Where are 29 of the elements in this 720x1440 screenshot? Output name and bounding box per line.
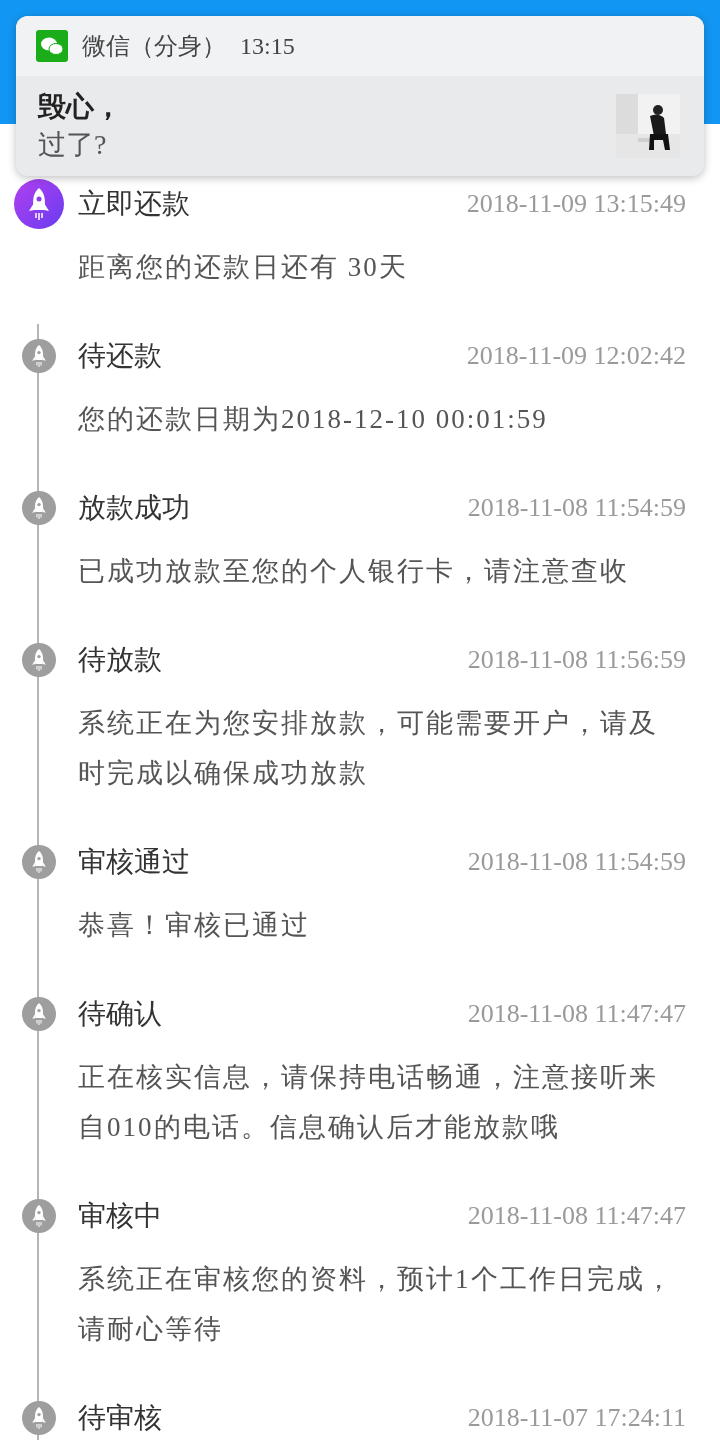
status-time: 2018-11-09 12:02:42 <box>466 341 686 371</box>
notification-message: 过了? <box>38 128 108 162</box>
status-time: 2018-11-08 11:56:59 <box>467 645 686 675</box>
status-time: 2018-11-08 11:54:59 <box>467 493 686 523</box>
status-description: 正在核实信息，请保持电话畅通，注意接听来自010的电话。信息确认后才能放款哦 <box>78 1061 659 1144</box>
status-title: 审核通过 <box>78 845 190 879</box>
notification-time: 13:15 <box>240 32 295 60</box>
status-description: 系统正在为您安排放款，可能需要开户，请及时完成以确保成功放款 <box>78 707 659 790</box>
status-time: 2018-11-08 11:54:59 <box>467 847 686 877</box>
status-description: 您的还款日期为2018-12-10 00:01:59 <box>78 403 549 436</box>
status-title: 立即还款 <box>78 187 190 221</box>
chat-app-icon <box>36 30 68 62</box>
status-title: 待审核 <box>78 1401 162 1435</box>
status-title: 待放款 <box>78 643 162 677</box>
status-time: 2018-11-09 13:15:49 <box>466 189 686 219</box>
status-title: 放款成功 <box>78 491 190 525</box>
status-title: 待确认 <box>78 997 162 1031</box>
status-title: 待还款 <box>78 339 162 373</box>
status-title: 审核中 <box>78 1199 162 1233</box>
status-description: 恭喜！审核已通过 <box>78 909 311 942</box>
notification-app-name: 微信（分身） <box>82 32 226 61</box>
status-description: 系统正在审核您的资料，预计1个工作日完成，请耐心等待 <box>78 1263 675 1346</box>
status-time: 2018-11-08 11:47:47 <box>467 999 686 1029</box>
status-description: 距离您的还款日还有 30天 <box>78 251 409 284</box>
status-time: 2018-11-07 17:24:11 <box>467 1403 686 1433</box>
status-description: 已成功放款至您的个人银行卡，请注意查收 <box>78 555 630 588</box>
notification-banner[interactable]: 微信（分身） 13:15 毁心， 过了? <box>16 16 704 176</box>
notification-sender: 毁心， <box>38 90 122 124</box>
status-time: 2018-11-08 11:47:47 <box>467 1201 686 1231</box>
